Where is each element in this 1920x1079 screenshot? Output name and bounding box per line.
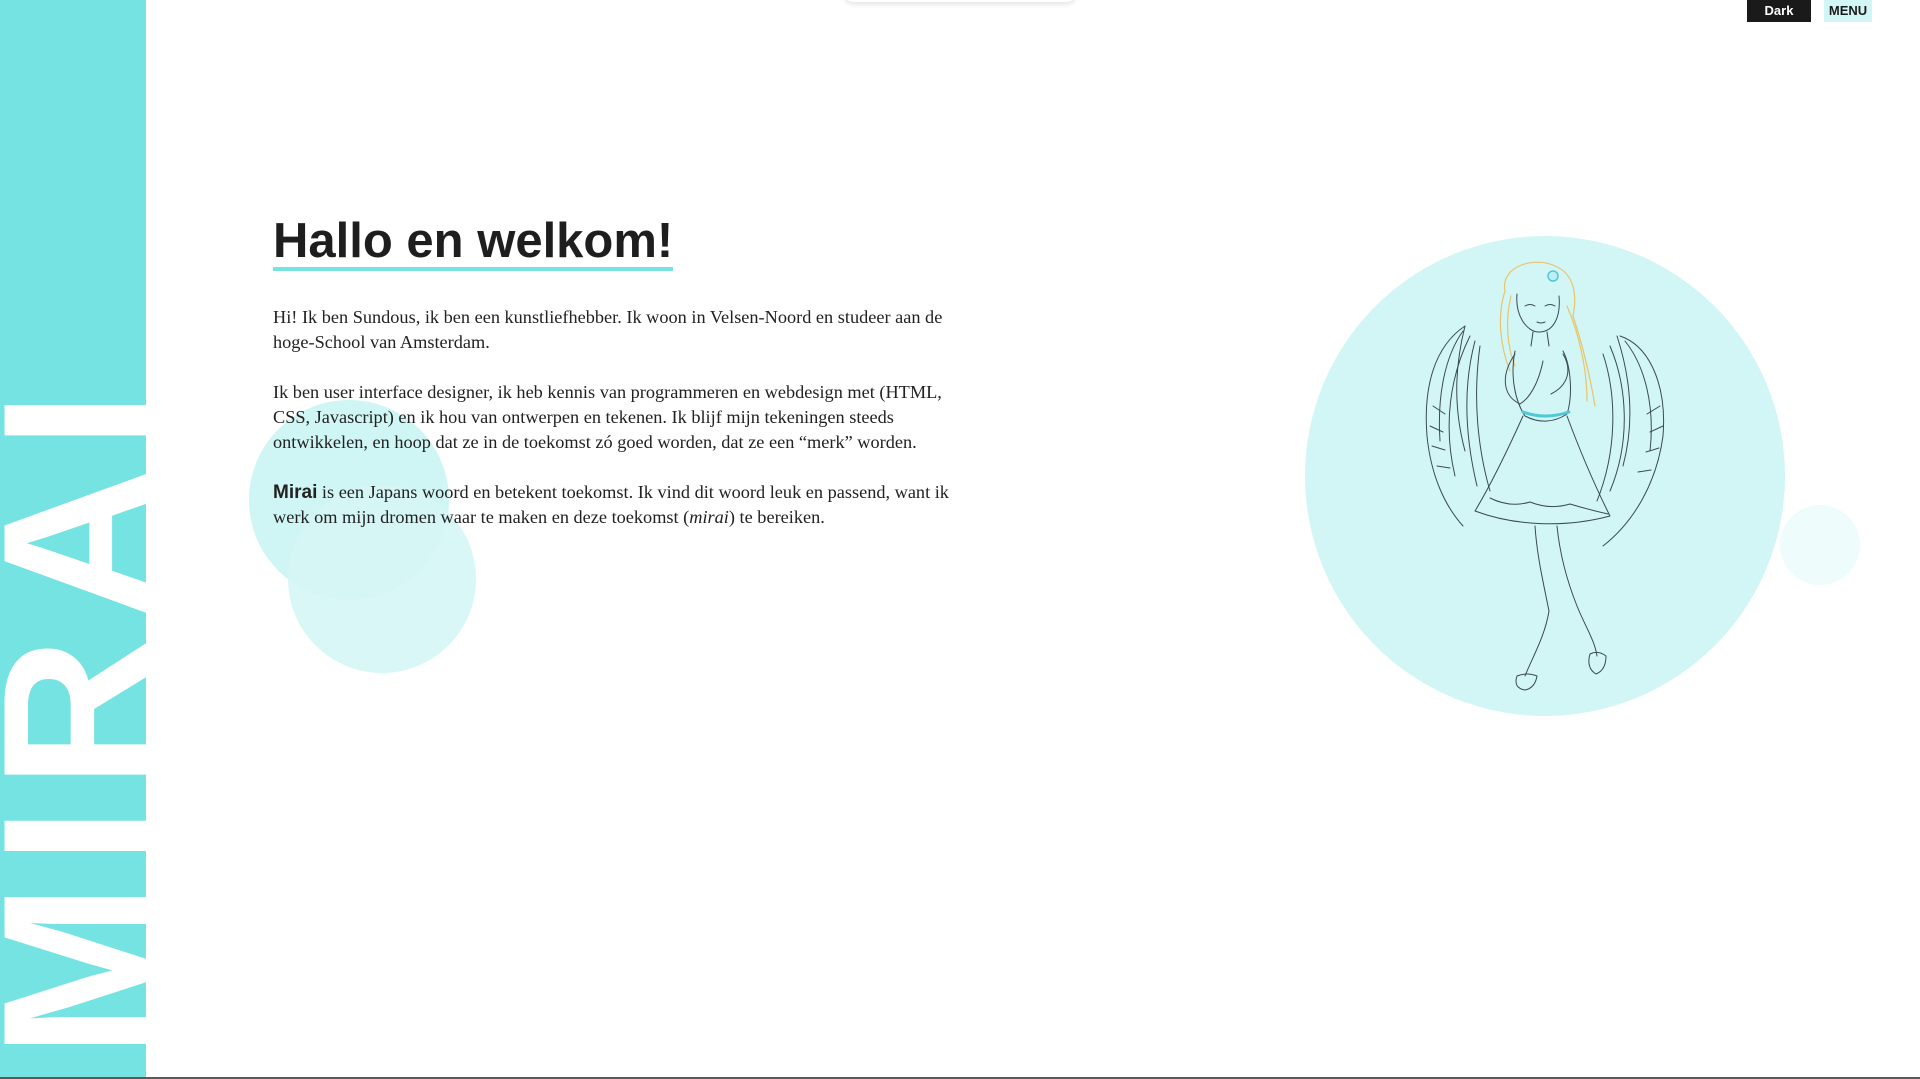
- brand-name: Mirai: [273, 482, 318, 503]
- angel-illustration: [1425, 261, 1665, 691]
- menu-button[interactable]: MENU: [1824, 0, 1872, 22]
- brand-vertical-title: MIRAI: [0, 373, 146, 1058]
- intro-section: Hallo en welkom! Hi! Ik ben Sundous, ik …: [273, 205, 953, 555]
- top-notch: [845, 0, 1075, 2]
- sidebar: MIRAI: [0, 0, 146, 1079]
- decorative-bubble: [1780, 505, 1860, 585]
- mirai-text: is een Japans woord en betekent toekomst…: [273, 482, 949, 527]
- mirai-paragraph: Mirai is een Japans woord en betekent to…: [273, 480, 953, 530]
- mirai-emphasis: mirai: [689, 507, 729, 527]
- dark-mode-toggle[interactable]: Dark: [1747, 0, 1811, 22]
- skills-paragraph: Ik ben user interface designer, ik heb k…: [273, 382, 942, 452]
- intro-paragraph: Hi! Ik ben Sundous, ik ben een kunstlief…: [273, 307, 943, 352]
- mirai-text-end: ) te bereiken.: [728, 507, 825, 527]
- page-title: Hallo en welkom!: [273, 205, 674, 277]
